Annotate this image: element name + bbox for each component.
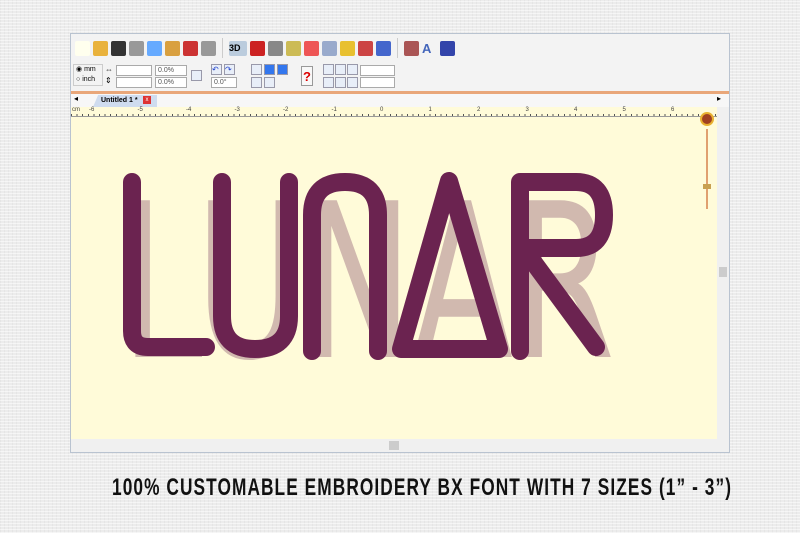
- zoom-icon[interactable]: [268, 40, 283, 56]
- lock-ratio-button[interactable]: [191, 70, 202, 81]
- horizontal-ruler: cm -6 -5 -4 -3 -2 -1 0 1 2 3 4 5 6: [71, 107, 717, 117]
- width-icon: ⇔: [105, 65, 113, 74]
- zoom-slider[interactable]: [706, 129, 708, 209]
- ruler-label: 2: [477, 107, 481, 113]
- ruler-label: 0: [380, 107, 384, 113]
- mirror-button[interactable]: [251, 77, 262, 88]
- tab-label: Untitled 1 *: [101, 97, 138, 104]
- redo-stitch-icon[interactable]: [201, 40, 216, 56]
- close-tab-icon[interactable]: x: [143, 96, 151, 104]
- unit-inch-radio[interactable]: ○ inch: [76, 75, 102, 85]
- ruler-label: 5: [622, 107, 626, 113]
- text-tool-icon[interactable]: A: [422, 41, 437, 56]
- unit-inch-label: inch: [82, 76, 96, 83]
- export-icon[interactable]: [440, 40, 455, 56]
- tab-bar: ◂ Untitled 1 * x ▸: [71, 94, 729, 107]
- ruler-unit: cm: [72, 107, 80, 113]
- select-icon[interactable]: [322, 40, 337, 56]
- ruler-label: 4: [574, 107, 578, 113]
- ruler-label: -1: [331, 107, 337, 113]
- 3d-view-icon[interactable]: 3D: [229, 40, 247, 56]
- ruler-label: -2: [283, 107, 289, 113]
- space-bottom-button[interactable]: [347, 77, 358, 88]
- needle-icon[interactable]: [358, 40, 373, 56]
- pattern-icon[interactable]: [376, 40, 391, 56]
- rotate-left-button[interactable]: ↶: [211, 64, 222, 75]
- help-button[interactable]: ?: [301, 66, 313, 86]
- height-input[interactable]: [116, 77, 152, 88]
- ruler-label: -4: [186, 107, 192, 113]
- ruler-label: 1: [428, 107, 432, 113]
- space-center-button[interactable]: [335, 64, 346, 75]
- ruler-label: 3: [525, 107, 529, 113]
- center-icon[interactable]: [304, 40, 319, 56]
- toolbar-separator: [397, 38, 398, 58]
- vertical-scroll-thumb[interactable]: [719, 267, 727, 277]
- ruler-icon[interactable]: [286, 40, 301, 56]
- design-canvas[interactable]: LUNAR: [71, 112, 717, 439]
- settings-icon[interactable]: [404, 40, 419, 56]
- editor-window: 3D A ◉ mm ○ inch ⇔ ⇕ 0.0% 0.0% ↶ ↷ 0.0° ?…: [70, 33, 730, 453]
- height-icon: ⇕: [105, 76, 112, 85]
- width-input[interactable]: [116, 65, 152, 76]
- ruler-label: 6: [671, 107, 675, 113]
- ruler-label: -5: [137, 107, 143, 113]
- distribute-button[interactable]: [264, 77, 275, 88]
- scale-y-input[interactable]: 0.0%: [155, 77, 187, 88]
- rotate-right-button[interactable]: ↷: [224, 64, 235, 75]
- color-view-icon[interactable]: [250, 40, 265, 56]
- ruler-label: -6: [89, 107, 95, 113]
- unit-mm-label: mm: [84, 66, 96, 73]
- undo-stitch-icon[interactable]: [183, 40, 198, 56]
- thread-chart-icon[interactable]: [340, 40, 355, 56]
- copy-icon[interactable]: [147, 40, 162, 56]
- main-toolbar: 3D A: [75, 36, 455, 60]
- unit-mm-radio[interactable]: ◉ mm: [76, 65, 102, 75]
- compass-icon[interactable]: [700, 112, 714, 126]
- save-icon[interactable]: [111, 40, 126, 56]
- unit-group: ◉ mm ○ inch: [73, 64, 103, 86]
- toolbar-separator: [222, 38, 223, 58]
- tab-scroll-right-icon[interactable]: ▸: [717, 94, 721, 103]
- rotation-input[interactable]: 0.0°: [211, 77, 237, 88]
- horizontal-scroll-thumb[interactable]: [389, 441, 399, 450]
- vertical-scrollbar[interactable]: [717, 107, 729, 439]
- space-middle-button[interactable]: [335, 77, 346, 88]
- print-icon[interactable]: [129, 40, 144, 56]
- align-top-button[interactable]: [251, 64, 262, 75]
- ruler-label: -3: [234, 107, 240, 113]
- open-folder-icon[interactable]: [93, 40, 108, 56]
- spacing-y-input[interactable]: [360, 77, 395, 88]
- tab-scroll-left-icon[interactable]: ◂: [74, 94, 78, 103]
- new-file-icon[interactable]: [75, 40, 90, 56]
- spacing-x-input[interactable]: [360, 65, 395, 76]
- properties-toolbar: ◉ mm ○ inch ⇔ ⇕ 0.0% 0.0% ↶ ↷ 0.0° ?: [71, 62, 729, 90]
- fit-button[interactable]: [277, 64, 288, 75]
- scale-x-input[interactable]: 0.0%: [155, 65, 187, 76]
- zoom-slider-handle[interactable]: [703, 184, 711, 189]
- space-top-button[interactable]: [323, 77, 334, 88]
- space-left-button[interactable]: [323, 64, 334, 75]
- promo-caption: 100% CUSTOMABLE EMBROIDERY BX FONT WITH …: [112, 474, 733, 501]
- paste-icon[interactable]: [165, 40, 180, 56]
- horizontal-scrollbar[interactable]: [71, 439, 729, 452]
- center-button[interactable]: [264, 64, 275, 75]
- space-right-button[interactable]: [347, 64, 358, 75]
- embroidery-design-lunar[interactable]: LUNAR: [71, 117, 717, 439]
